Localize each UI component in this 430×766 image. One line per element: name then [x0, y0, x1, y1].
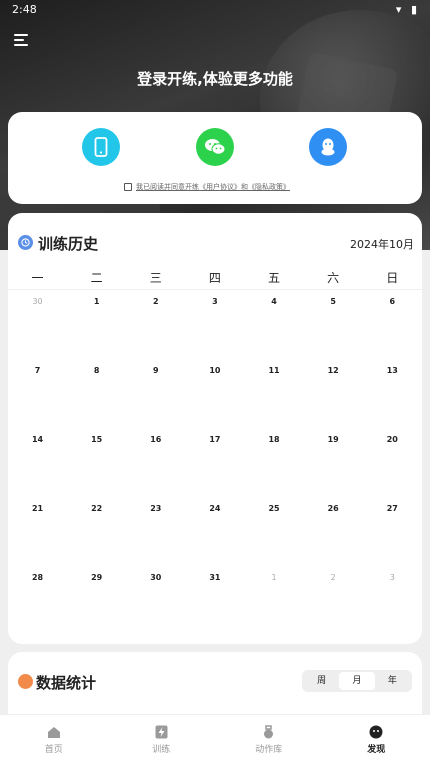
calendar-day[interactable]: 26 — [304, 502, 363, 571]
weekday-label: 五 — [268, 271, 281, 285]
calendar-day[interactable]: 3 — [185, 295, 244, 364]
calendar-day[interactable]: 6 — [363, 295, 422, 364]
weekday-label: 一 — [31, 271, 44, 285]
home-icon — [47, 725, 61, 739]
calendar-day[interactable]: 20 — [363, 433, 422, 502]
period-option-1[interactable]: 月 — [339, 672, 375, 690]
calendar-day-other-month[interactable]: 1 — [245, 571, 304, 640]
calendar-day[interactable]: 7 — [8, 364, 67, 433]
calendar-day[interactable]: 8 — [67, 364, 126, 433]
phone-login-button[interactable] — [82, 128, 120, 166]
training-history-card: 训练历史 2024年10月 一二三四五六日 30 1 2 3 4 5 6 7 8 9 10 11 12 1… — [8, 213, 422, 644]
calendar-day[interactable]: 25 — [245, 502, 304, 571]
calendar-grid: 30 1 2 3 4 5 6 7 8 9 10 11 12 13 14 15 16 17 18 19 20 21 22 23 2… — [8, 295, 422, 640]
lightning-icon — [154, 725, 168, 739]
weekday-label: 六 — [327, 271, 340, 285]
tab-label: 首页 — [44, 745, 63, 755]
stats-title: 数据统计 — [36, 674, 97, 692]
calendar-day[interactable]: 14 — [8, 433, 67, 502]
period-option-0[interactable]: 周 — [304, 672, 339, 690]
calendar-day[interactable]: 17 — [185, 433, 244, 502]
calendar-day[interactable]: 23 — [126, 502, 185, 571]
history-title: 训练历史 — [38, 235, 99, 253]
qq-login-button[interactable] — [309, 128, 347, 166]
weekday-label: 二 — [90, 271, 103, 285]
calendar-day[interactable]: 28 — [8, 571, 67, 640]
calendar-day[interactable]: 27 — [363, 502, 422, 571]
period-option-2[interactable]: 年 — [375, 672, 410, 690]
calendar-day[interactable]: 12 — [304, 364, 363, 433]
calendar-week-row: 14 15 16 17 18 19 20 — [8, 433, 422, 502]
calendar-week-row: 28 29 30 31 1 2 3 — [8, 571, 422, 640]
calendar-day-other-month[interactable]: 30 — [8, 295, 67, 364]
calendar-week-row: 7 8 9 10 11 12 13 — [8, 364, 422, 433]
calendar-day[interactable]: 11 — [245, 364, 304, 433]
calendar-day[interactable]: 29 — [67, 571, 126, 640]
bottom-tab-bar: 首页 训练 动作库 发现 — [0, 714, 430, 766]
tab-train[interactable]: 训练 — [108, 715, 216, 766]
calendar-day-other-month[interactable]: 3 — [363, 571, 422, 640]
agreement-row[interactable]: 我已阅读并同意开练《用户协议》和《隐私政策》 — [124, 182, 290, 192]
stats-icon — [18, 674, 33, 689]
calendar-day[interactable]: 21 — [8, 502, 67, 571]
tab-discover[interactable]: 发现 — [323, 715, 430, 766]
tab-home[interactable]: 首页 — [0, 715, 108, 766]
calendar-day[interactable]: 10 — [185, 364, 244, 433]
calendar-day[interactable]: 13 — [363, 364, 422, 433]
agreement-checkbox[interactable] — [124, 183, 132, 191]
period-segmented-control: 周月年 — [302, 670, 412, 692]
weekday-label: 三 — [149, 271, 162, 285]
calendar-day[interactable]: 30 — [126, 571, 185, 640]
history-month[interactable]: 2024年10月 — [350, 236, 414, 252]
discover-face-icon — [369, 725, 383, 739]
calendar-day[interactable]: 5 — [304, 295, 363, 364]
calendar-day[interactable]: 22 — [67, 502, 126, 571]
kettlebell-icon — [262, 725, 276, 739]
phone-icon — [94, 137, 108, 157]
menu-icon[interactable] — [14, 34, 30, 48]
tab-label: 发现 — [367, 745, 386, 755]
clock-icon — [18, 235, 33, 250]
calendar-day[interactable]: 18 — [245, 433, 304, 502]
weekday-label: 日 — [386, 271, 399, 285]
calendar-day-other-month[interactable]: 2 — [304, 571, 363, 640]
calendar-day[interactable]: 19 — [304, 433, 363, 502]
status-icons: ▾ ▮ — [395, 3, 420, 16]
tab-label: 动作库 — [255, 745, 283, 755]
calendar-day[interactable]: 15 — [67, 433, 126, 502]
divider — [8, 289, 422, 290]
calendar-day[interactable]: 24 — [185, 502, 244, 571]
weekday-header: 一二三四五六日 — [8, 269, 422, 289]
calendar-day[interactable]: 2 — [126, 295, 185, 364]
calendar-week-row: 30 1 2 3 4 5 6 — [8, 295, 422, 364]
weekday-label: 四 — [208, 271, 221, 285]
status-bar: 2:48 ▾ ▮ — [0, 0, 430, 20]
status-time: 2:48 — [12, 3, 37, 16]
qq-penguin-icon — [321, 138, 335, 156]
calendar-day[interactable]: 9 — [126, 364, 185, 433]
tab-label: 训练 — [152, 745, 171, 755]
calendar-day[interactable]: 1 — [67, 295, 126, 364]
wechat-icon — [205, 139, 226, 155]
wechat-login-button[interactable] — [196, 128, 234, 166]
login-card: 我已阅读并同意开练《用户协议》和《隐私政策》 — [8, 112, 422, 204]
tab-library[interactable]: 动作库 — [215, 715, 323, 766]
calendar-week-row: 21 22 23 24 25 26 27 — [8, 502, 422, 571]
calendar-day[interactable]: 31 — [185, 571, 244, 640]
agreement-text[interactable]: 我已阅读并同意开练《用户协议》和《隐私政策》 — [136, 182, 290, 192]
calendar-day[interactable]: 16 — [126, 433, 185, 502]
calendar-day[interactable]: 4 — [245, 295, 304, 364]
login-prompt-title[interactable]: 登录开练,体验更多功能 — [0, 68, 430, 89]
